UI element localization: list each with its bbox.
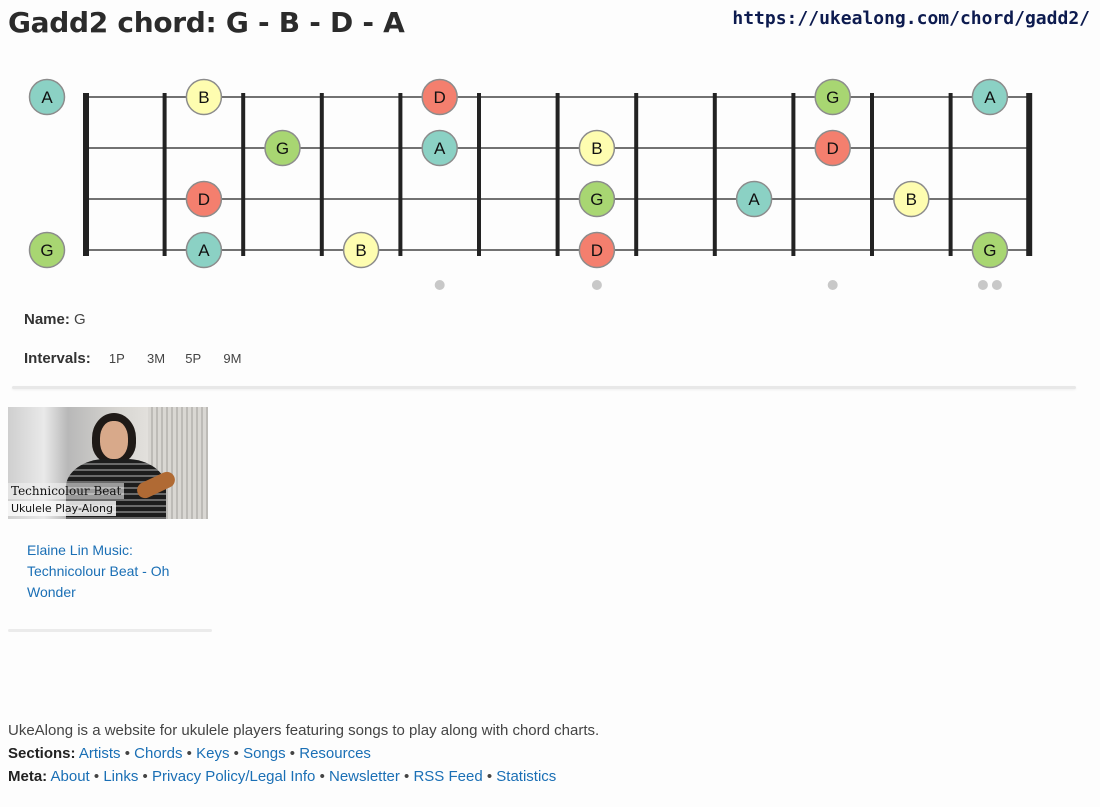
interval-item: 1P	[108, 351, 125, 366]
interval-item: 3M	[147, 351, 166, 366]
footer-link-privacy[interactable]: Privacy Policy/Legal Info	[152, 768, 315, 785]
note-label: A	[748, 190, 760, 209]
note-label: G	[826, 88, 839, 107]
footer-meta: Meta: About • Links • Privacy Policy/Leg…	[8, 768, 557, 785]
chord-name-row: Name: G	[24, 311, 86, 328]
note-label: A	[41, 88, 53, 107]
meta-label: Meta:	[8, 768, 48, 785]
thumbnail-face	[100, 421, 128, 459]
thumbnail-title: Technicolour Beat	[8, 483, 125, 499]
page-url[interactable]: https://ukealong.com/chord/gadd2/	[732, 8, 1090, 29]
note-label: G	[40, 241, 53, 260]
footer-link-statistics[interactable]: Statistics	[496, 768, 556, 785]
sections-label: Sections:	[8, 745, 76, 762]
footer-link-resources[interactable]: Resources	[299, 745, 371, 762]
note-label: D	[198, 190, 210, 209]
page-title: Gadd2 chord: G - B - D - A	[8, 6, 405, 39]
chord-intervals-row: Intervals: 1P 3M 5P 9M	[24, 350, 243, 367]
video-link[interactable]: Elaine Lin Music: Technicolour Beat - Oh…	[27, 540, 187, 603]
note-label: A	[984, 88, 996, 107]
thumbnail-subtitle: Ukulele Play-Along	[8, 501, 116, 516]
interval-item: 9M	[223, 351, 242, 366]
fret-marker	[977, 280, 988, 290]
note-label: B	[906, 190, 917, 209]
footer-link-rss[interactable]: RSS Feed	[413, 768, 482, 785]
note-label: B	[198, 88, 209, 107]
note-label: A	[198, 241, 210, 260]
card-bottom-border	[8, 629, 212, 632]
note-label: D	[434, 88, 446, 107]
video-card: Technicolour Beat Ukulele Play-Along Ela…	[8, 407, 212, 632]
footer-link-keys[interactable]: Keys	[196, 745, 229, 762]
fret-marker	[827, 280, 838, 290]
fret-marker	[591, 280, 602, 290]
interval-item: 5P	[185, 351, 202, 366]
note-label: G	[983, 241, 996, 260]
note-label: D	[827, 139, 839, 158]
footer-link-newsletter[interactable]: Newsletter	[329, 768, 400, 785]
fret-marker	[434, 280, 445, 290]
intervals-label: Intervals:	[24, 350, 91, 367]
note-label: G	[276, 139, 289, 158]
note-label: B	[591, 139, 602, 158]
footer: UkeAlong is a website for ukulele player…	[8, 719, 599, 788]
footer-link-links[interactable]: Links	[103, 768, 138, 785]
footer-link-artists[interactable]: Artists	[79, 745, 121, 762]
footer-link-about[interactable]: About	[51, 768, 90, 785]
section-divider	[12, 386, 1076, 389]
footer-sections: Sections: Artists • Chords • Keys • Song…	[8, 745, 371, 762]
note-label: A	[434, 139, 446, 158]
fretboard-diagram: A B D G A G A B D D G A B G A B D G	[28, 78, 1033, 290]
note-label: B	[355, 241, 366, 260]
chord-name-value: G	[74, 311, 86, 328]
footer-link-chords[interactable]: Chords	[134, 745, 182, 762]
note-label: D	[591, 241, 603, 260]
footer-about: UkeAlong is a website for ukulele player…	[8, 722, 600, 739]
note-label: G	[590, 190, 603, 209]
footer-link-songs[interactable]: Songs	[243, 745, 286, 762]
chord-name-label: Name:	[24, 311, 70, 328]
fret-marker	[991, 280, 1002, 290]
video-thumbnail[interactable]: Technicolour Beat Ukulele Play-Along	[8, 407, 208, 519]
